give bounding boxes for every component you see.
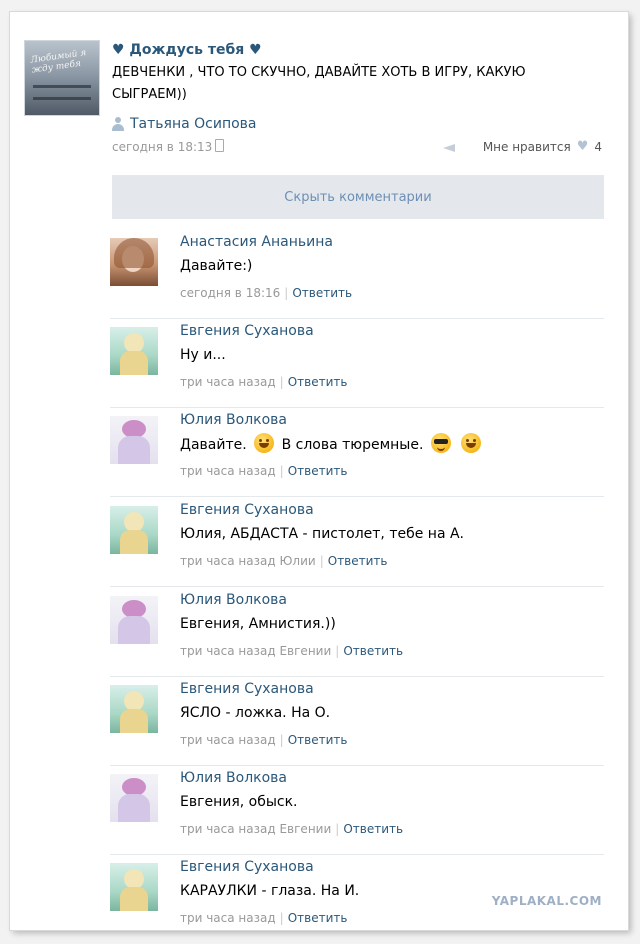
grin-emoji-icon [254, 433, 275, 453]
person-icon [112, 117, 124, 131]
comment-time[interactable]: три часа назад Юлии [180, 554, 316, 568]
share-megaphone-icon[interactable] [442, 141, 459, 153]
divider: | [335, 644, 340, 658]
comment-text: Давайте. В слова тюремные. [180, 433, 604, 455]
comment-time[interactable]: три часа назад Евгении [180, 822, 331, 836]
avatar[interactable] [110, 596, 158, 644]
divider [110, 496, 604, 497]
post-author-name[interactable]: Татьяна Осипова [130, 114, 257, 134]
comment-author[interactable]: Юлия Волкова [180, 410, 604, 430]
comment-author[interactable]: Анастасия Ананьина [180, 232, 604, 252]
avatar[interactable] [110, 238, 158, 286]
comment-author[interactable]: Евгения Суханова [180, 679, 604, 699]
rail-line [33, 97, 91, 100]
comment-text: Евгения, обыск. [180, 794, 298, 810]
reply-link[interactable]: Ответить [288, 464, 348, 478]
comment-item: Юлия Волкова Евгения, обыск. три часа на… [110, 766, 604, 855]
heart-icon[interactable]: ♥ [577, 138, 589, 156]
post-title[interactable]: ♥ Дождусь тебя ♥ [112, 40, 606, 60]
comment-time[interactable]: сегодня в 18:16 [180, 286, 280, 300]
reply-link[interactable]: Ответить [288, 375, 348, 389]
reply-link[interactable]: Ответить [343, 644, 403, 658]
like-label[interactable]: Мне нравится [483, 138, 571, 156]
reply-link[interactable]: Ответить [288, 911, 348, 925]
comment-text-part: В слова тюремные. [281, 437, 424, 453]
comment-text: ЯСЛО - ложка. На О. [180, 705, 331, 721]
reply-link[interactable]: Ответить [288, 733, 348, 747]
comment-item: Евгения Суханова Ну и... три часа назад |… [110, 319, 604, 408]
comment-time[interactable]: три часа назад Евгении [180, 644, 331, 658]
hide-comments-button[interactable]: Скрыть комментарии [112, 175, 604, 219]
comment-item: Евгения Суханова ЯСЛО - ложка. На О. три… [110, 677, 604, 766]
reply-link[interactable]: Ответить [343, 822, 403, 836]
comment-text: Евгения, Амнистия.)) [180, 616, 336, 632]
comment-meta: три часа назад | Ответить [180, 373, 604, 391]
rail-line [33, 85, 91, 88]
avatar-caption: Любимый я жду тебя [29, 48, 87, 76]
watermark: YAPLAKAL.COM [491, 894, 602, 908]
comment-meta: сегодня в 18:16 | Ответить [180, 284, 604, 302]
post-frame: Любимый я жду тебя ♥ Дождусь тебя ♥ ДЕВЧ… [10, 12, 628, 930]
comment-text-part: Давайте. [180, 437, 247, 453]
comment-author[interactable]: Юлия Волкова [180, 590, 604, 610]
post-text: ДЕВЧЕНКИ , ЧТО ТО СКУЧНО, ДАВАЙТЕ ХОТЬ В… [112, 65, 526, 102]
comment-text: Ну и... [180, 347, 226, 363]
divider: | [279, 464, 284, 478]
comment-text: Юлия, АБДАСТА - пистолет, тебе на А. [180, 526, 464, 542]
divider: | [279, 911, 284, 925]
comment-item: Евгения Суханова КАРАУЛКИ - глаза. На И.… [110, 855, 604, 930]
comment-time[interactable]: три часа назад [180, 733, 276, 747]
comment-meta: три часа назад | Ответить [180, 909, 604, 927]
comment-meta: три часа назад | Ответить [180, 462, 604, 480]
divider: | [284, 286, 289, 300]
post-avatar[interactable]: Любимый я жду тебя [24, 40, 100, 116]
comment-meta: три часа назад Юлии | Ответить [180, 552, 604, 570]
post-meta: сегодня в 18:13 Мне нравится ♥ 4 [112, 138, 606, 156]
reply-link[interactable]: Ответить [292, 286, 352, 300]
like-area[interactable]: Мне нравится ♥ 4 [442, 138, 602, 156]
sunglasses-emoji-icon [430, 433, 451, 453]
comment-time[interactable]: три часа назад [180, 911, 276, 925]
reply-link[interactable]: Ответить [328, 554, 388, 568]
divider: | [279, 733, 284, 747]
divider: | [335, 822, 340, 836]
avatar[interactable] [110, 506, 158, 554]
like-count: 4 [594, 140, 602, 154]
divider: | [319, 554, 324, 568]
comment-author[interactable]: Евгения Суханова [180, 500, 604, 520]
avatar[interactable] [110, 685, 158, 733]
comment-item: Юлия Волкова Давайте. В слова тюремные. … [110, 408, 604, 497]
grin-emoji-icon [461, 433, 482, 453]
divider [110, 586, 604, 587]
comment-item: Анастасия Ананьина Давайте:) сегодня в 1… [110, 230, 604, 319]
comment-meta: три часа назад Евгении | Ответить [180, 820, 604, 838]
comment-time[interactable]: три часа назад [180, 375, 276, 389]
avatar[interactable] [110, 327, 158, 375]
comment-meta: три часа назад Евгении | Ответить [180, 642, 604, 660]
comment-meta: три часа назад | Ответить [180, 731, 604, 749]
post: ♥ Дождусь тебя ♥ ДЕВЧЕНКИ , ЧТО ТО СКУЧН… [112, 40, 606, 156]
comment-item: Евгения Суханова Юлия, АБДАСТА - пистоле… [110, 498, 604, 587]
comment-author[interactable]: Евгения Суханова [180, 857, 604, 877]
avatar[interactable] [110, 416, 158, 464]
comment-time[interactable]: три часа назад [180, 464, 276, 478]
mobile-phone-icon [215, 139, 225, 152]
comment-item: Юлия Волкова Евгения, Амнистия.)) три ча… [110, 588, 604, 677]
comment-text: Давайте:) [180, 258, 253, 274]
post-author[interactable]: Татьяна Осипова [112, 114, 606, 134]
comment-author[interactable]: Евгения Суханова [180, 321, 604, 341]
avatar[interactable] [110, 774, 158, 822]
comment-author[interactable]: Юлия Волкова [180, 768, 604, 788]
avatar[interactable] [110, 863, 158, 911]
divider: | [279, 375, 284, 389]
post-time[interactable]: сегодня в 18:13 [112, 140, 212, 154]
